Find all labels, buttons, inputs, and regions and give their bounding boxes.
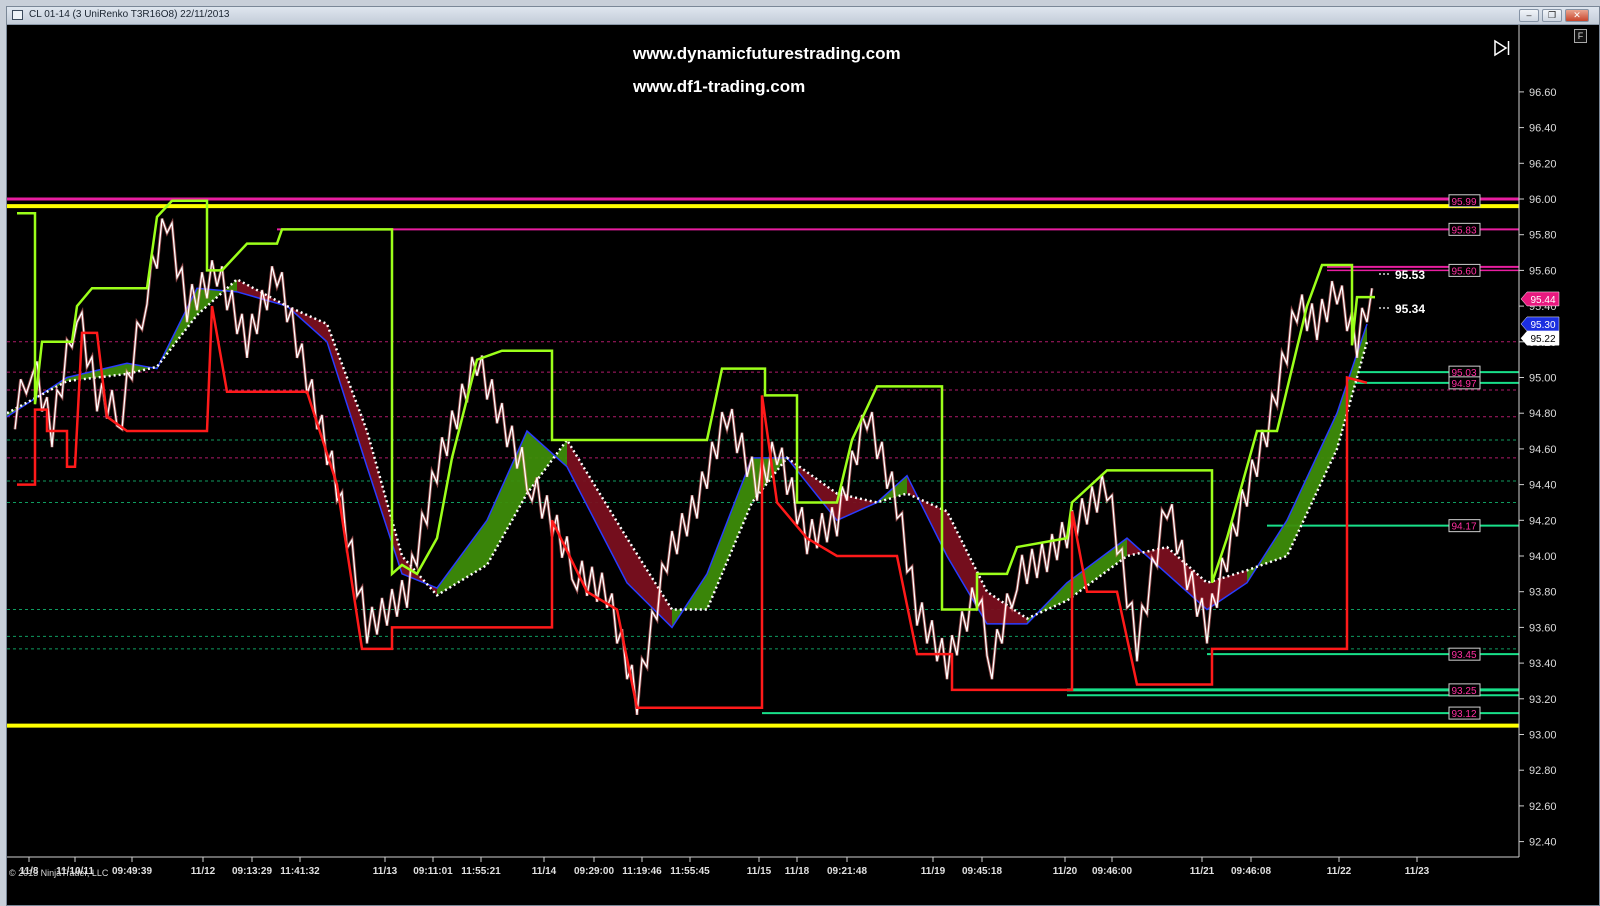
price-tick-label: 94.80 — [1529, 408, 1557, 420]
f-button[interactable]: F — [1574, 29, 1587, 43]
watermark-url-2: www.df1-trading.com — [633, 77, 806, 96]
price-tick-label: 92.80 — [1529, 765, 1557, 777]
price-tick-label: 95.00 — [1529, 373, 1557, 385]
price-tick-label: 94.60 — [1529, 444, 1557, 456]
minimize-button[interactable]: – — [1519, 9, 1539, 22]
time-tick-label: 11:55:45 — [670, 866, 710, 877]
level-marker-label: 93.12 — [1451, 709, 1476, 720]
time-tick-label: 11/12 — [191, 866, 216, 877]
close-button[interactable]: ✕ — [1565, 9, 1589, 22]
time-tick-label: 09:49:39 — [112, 866, 152, 877]
time-tick-label: 11/21 — [1190, 866, 1215, 877]
ma-ribbon-segment — [567, 439, 627, 583]
time-tick-label: 11:41:32 — [280, 866, 320, 877]
price-tick-label: 96.40 — [1529, 123, 1557, 135]
time-tick-label: 09:21:48 — [827, 866, 867, 877]
price-tick-label: 92.60 — [1529, 801, 1557, 813]
price-tick-label: 94.20 — [1529, 515, 1557, 527]
level-marker-label: 93.45 — [1451, 650, 1476, 661]
window-title: CL 01-14 (3 UniRenko T3R16O8) 22/11/2013 — [29, 9, 230, 20]
chart-annotations: 95.53 95.34 — [1379, 268, 1425, 316]
price-tick-label: 93.00 — [1529, 730, 1557, 742]
time-tick-label: 11/15 — [747, 866, 772, 877]
ma-ribbon-segment — [327, 323, 367, 467]
annotation-label: 95.53 — [1395, 268, 1425, 282]
chart-window-icon — [12, 10, 23, 20]
annotation-label: 95.34 — [1395, 302, 1425, 316]
price-tick-label: 96.20 — [1529, 158, 1557, 170]
time-tick-label: 11/19 — [921, 866, 946, 877]
title-bar[interactable]: CL 01-14 (3 UniRenko T3R16O8) 22/11/2013… — [7, 7, 1599, 25]
price-tick-label: 94.00 — [1529, 551, 1557, 563]
time-tick-label: 11/14 — [532, 866, 557, 877]
price-tick-label: 93.80 — [1529, 587, 1557, 599]
price-tick-label: 95.60 — [1529, 265, 1557, 277]
price-tick-label: 93.20 — [1529, 694, 1557, 706]
price-tick-label: 92.40 — [1529, 837, 1557, 849]
price-chart[interactable]: 96.6096.4096.2096.0095.8095.6095.4095.20… — [7, 25, 1599, 905]
ma-ribbon-segment — [627, 538, 672, 628]
time-tick-label: 11/18 — [785, 866, 810, 877]
time-tick-label: 09:11:01 — [413, 866, 453, 877]
plot-layer — [7, 197, 1519, 728]
time-tick-label: 11:19:46 — [622, 866, 662, 877]
level-marker-label: 94.17 — [1451, 522, 1476, 533]
time-tick-label: 11/13 — [373, 866, 398, 877]
time-tick-label: 09:45:18 — [962, 866, 1002, 877]
price-tick-label: 93.60 — [1529, 622, 1557, 634]
price-tick-label: 95.80 — [1529, 230, 1557, 242]
price-tick-label: 93.40 — [1529, 658, 1557, 670]
copyright-text: © 2013 NinjaTrader, LLC — [9, 868, 109, 878]
skip-to-end-icon[interactable] — [1493, 39, 1511, 57]
upper-channel-line — [17, 199, 1375, 611]
price-tag-label: 95.30 — [1530, 320, 1555, 331]
ma-ribbon-segment — [1287, 413, 1337, 556]
level-marker-label: 95.60 — [1451, 266, 1476, 277]
price-tag-label: 95.44 — [1530, 295, 1555, 306]
price-axis: 96.6096.4096.2096.0095.8095.6095.4095.20… — [1518, 25, 1557, 857]
time-tick-label: 11/22 — [1327, 866, 1352, 877]
time-axis: 11/8 11/10/11 09:49:39 11/12 09:13:29 11:41:3… — [7, 856, 1519, 877]
level-marker-label: 94.97 — [1451, 379, 1476, 390]
time-tick-label: 09:46:08 — [1231, 866, 1271, 877]
price-tick-label: 96.60 — [1529, 87, 1557, 99]
price-tags: 95.44 95.30 95.22 — [1520, 291, 1560, 346]
price-tick-label: 96.00 — [1529, 194, 1557, 206]
watermark-url-1: www.dynamicfuturestrading.com — [633, 44, 901, 63]
level-marker-label: 95.99 — [1451, 197, 1476, 208]
restore-button[interactable]: ❐ — [1542, 9, 1562, 22]
price-tag-label: 95.22 — [1530, 334, 1555, 345]
level-marker-label: 95.83 — [1451, 225, 1476, 236]
time-tick-label: 09:46:00 — [1092, 866, 1132, 877]
time-tick-label: 09:29:00 — [574, 866, 614, 877]
time-tick-label: 11/20 — [1053, 866, 1078, 877]
time-tick-label: 11:55:21 — [461, 866, 501, 877]
price-tick-label: 94.40 — [1529, 480, 1557, 492]
level-marker-label: 93.25 — [1451, 686, 1476, 697]
chart-panel[interactable]: 96.6096.4096.2096.0095.8095.6095.4095.20… — [7, 25, 1599, 905]
chart-window: CL 01-14 (3 UniRenko T3R16O8) 22/11/2013… — [6, 6, 1600, 906]
time-tick-label: 09:13:29 — [232, 866, 272, 877]
time-tick-label: 11/23 — [1405, 866, 1430, 877]
